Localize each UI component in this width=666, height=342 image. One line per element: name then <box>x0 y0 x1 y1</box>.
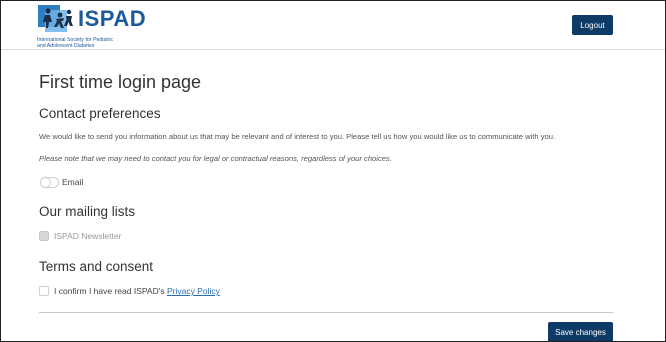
privacy-confirm-text: I confirm I have read ISPAD's <box>54 286 167 296</box>
save-changes-button[interactable]: Save changes <box>548 322 613 341</box>
privacy-policy-link[interactable]: Privacy Policy <box>167 286 220 296</box>
app-window: ISPAD International Society for Pediatri… <box>0 0 666 342</box>
logo-subtitle: International Society for Pediatric and … <box>37 37 177 49</box>
newsletter-checkbox[interactable] <box>39 231 49 241</box>
privacy-confirm-checkbox[interactable] <box>39 286 49 296</box>
contact-legal-note: Please note that we may need to contact … <box>39 154 392 163</box>
email-toggle-label: Email <box>62 177 84 187</box>
newsletter-label: ISPAD Newsletter <box>54 231 122 241</box>
site-header: ISPAD International Society for Pediatri… <box>1 1 665 50</box>
contact-preferences-heading: Contact preferences <box>39 106 161 121</box>
privacy-confirm-label: I confirm I have read ISPAD's Privacy Po… <box>54 286 220 296</box>
ispad-logo[interactable]: ISPAD International Society for Pediatri… <box>37 4 177 49</box>
logo-subtitle-line-2: and Adolescent Diabetes <box>37 43 95 49</box>
logout-button[interactable]: Logout <box>572 15 613 35</box>
toggle-knob <box>41 178 50 187</box>
ispad-logo-icon <box>38 5 73 32</box>
logo-wordmark: ISPAD <box>78 6 147 31</box>
email-toggle[interactable] <box>40 177 59 188</box>
terms-consent-heading: Terms and consent <box>39 259 154 274</box>
mailing-lists-heading: Our mailing lists <box>39 204 136 219</box>
form-divider <box>39 312 613 313</box>
contact-intro-text: We would like to send you information ab… <box>39 132 556 141</box>
page-title: First time login page <box>39 72 202 92</box>
